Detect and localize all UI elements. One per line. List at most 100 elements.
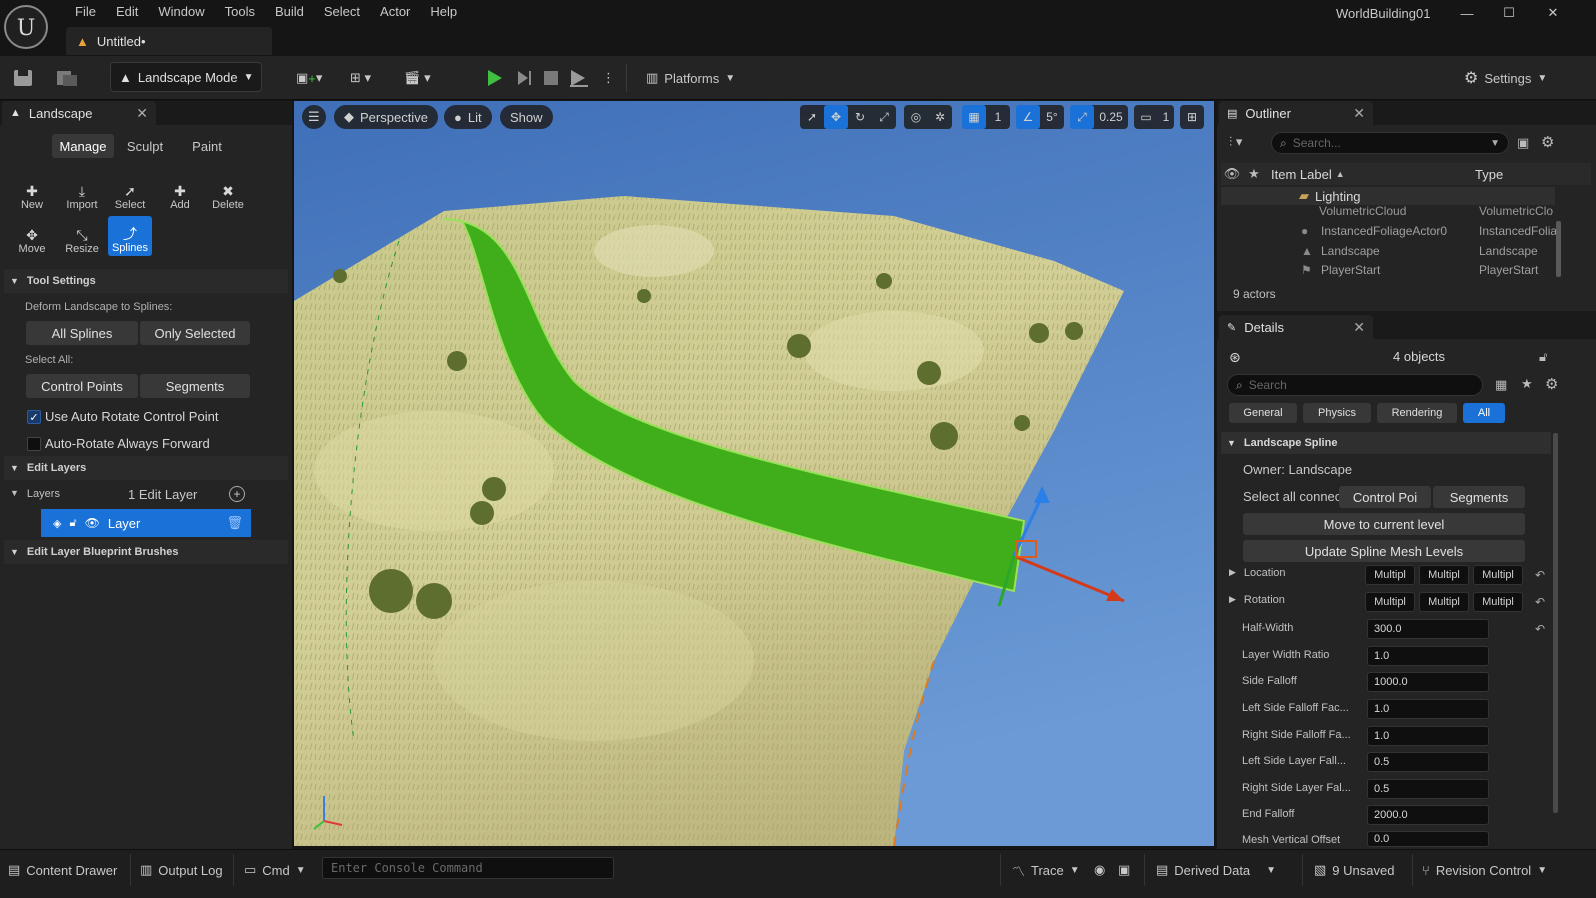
menu-edit[interactable]: Edit	[106, 4, 148, 24]
viewport-menu-button[interactable]: ☰	[302, 105, 326, 129]
rotation-x-field[interactable]: Multipl	[1365, 592, 1415, 612]
select-mode-icon[interactable]: ➚	[800, 105, 824, 129]
close-icon[interactable]: ✕	[136, 105, 148, 122]
prop-side-falloff-input[interactable]: 1000.0	[1367, 672, 1489, 692]
auto-rotate-checkbox[interactable]: ✓	[27, 410, 41, 424]
more-options-icon[interactable]: ⋮	[602, 66, 615, 90]
rotation-y-field[interactable]: Multipl	[1419, 592, 1469, 612]
prop-half-width-input[interactable]: 300.0	[1367, 619, 1489, 639]
layout-button[interactable]: ⊞	[1180, 105, 1204, 129]
tab-paint[interactable]: Paint	[178, 134, 236, 158]
auto-rotate-forward-checkbox[interactable]	[27, 437, 41, 451]
select-segments-button[interactable]: Segments	[1433, 486, 1525, 508]
record-icon[interactable]: ◉	[1094, 858, 1105, 882]
blueprint-brushes-header[interactable]: ▼ Edit Layer Blueprint Brushes	[4, 540, 288, 564]
tool-delete[interactable]: ✖ Delete	[206, 173, 250, 213]
surface-snap-icon[interactable]: ✲	[928, 105, 952, 129]
step-icon[interactable]	[514, 66, 534, 90]
unreal-logo-icon[interactable]: U	[4, 5, 48, 49]
tool-move[interactable]: ✥ Move	[10, 217, 54, 257]
filter-all[interactable]: All	[1463, 403, 1505, 423]
level-tab[interactable]: ▲ Untitled•	[66, 27, 272, 55]
outliner-tab[interactable]: ▤ Outliner ✕	[1219, 101, 1373, 125]
control-points-button[interactable]: Control Points	[26, 374, 138, 398]
scale-snap-icon[interactable]: ⤢	[1070, 105, 1094, 129]
star-icon[interactable]: ★	[1243, 166, 1265, 182]
update-spline-mesh-levels-button[interactable]: Update Spline Mesh Levels	[1243, 540, 1525, 562]
rotation-row[interactable]: ▶ Rotation	[1229, 594, 1285, 606]
filter-general[interactable]: General	[1229, 403, 1297, 423]
level-viewport[interactable]: ☰ ◆ Perspective ● Lit Show ➚ ✥ ↻ ⤢ ◎ ✲ ▦ 1…	[294, 101, 1214, 846]
perspective-button[interactable]: ◆ Perspective	[334, 105, 438, 129]
gear-icon[interactable]: ⚙	[1541, 133, 1554, 151]
blueprint-icon[interactable]: ⊞ ▾	[350, 66, 371, 90]
tool-settings-header[interactable]: ▼ Tool Settings	[4, 269, 288, 293]
menu-build[interactable]: Build	[265, 4, 314, 24]
reset-icon[interactable]: ↶	[1535, 595, 1545, 609]
col-type[interactable]: Type	[1475, 167, 1503, 182]
maximize-button[interactable]: ☐	[1494, 4, 1524, 22]
all-splines-button[interactable]: All Splines	[26, 321, 138, 345]
add-folder-icon[interactable]: ▣	[1517, 135, 1529, 151]
outliner-row[interactable]: ⚑ PlayerStart PlayerStart	[1223, 260, 1563, 280]
menu-tools[interactable]: Tools	[215, 4, 265, 24]
details-search-input[interactable]: ⌕ Search	[1227, 374, 1483, 396]
add-layer-icon[interactable]: +	[229, 486, 245, 502]
scale-icon[interactable]: ⤢	[872, 105, 896, 129]
trace-dropdown[interactable]: 〽 Trace ▼	[1012, 858, 1080, 882]
tab-manage[interactable]: Manage	[52, 134, 114, 158]
edit-layers-header[interactable]: ▼ Edit Layers	[4, 456, 288, 480]
filter-icon[interactable]: ⫶ ▾	[1229, 134, 1242, 150]
platforms-button[interactable]: ▥ Platforms ▼	[646, 66, 735, 90]
mode-dropdown[interactable]: ▲ Landscape Mode ▼	[110, 62, 262, 92]
tool-import[interactable]: ⤓ Import	[60, 173, 104, 213]
angle-snap-value[interactable]: 5°	[1040, 105, 1064, 129]
outliner-scrollbar[interactable]	[1556, 221, 1561, 277]
location-row[interactable]: ▶ Location	[1229, 567, 1286, 579]
revision-control-button[interactable]: ⑂ Revision Control ▼	[1422, 858, 1547, 882]
prop-right-side-layer-input[interactable]: 0.5	[1367, 779, 1489, 799]
layer-row-selected[interactable]: ◈ 🔓︎ 👁︎ Layer 🗑︎	[41, 509, 251, 537]
col-item-label[interactable]: Item Label	[1271, 167, 1332, 182]
filter-physics[interactable]: Physics	[1303, 403, 1371, 423]
close-window-button[interactable]: ✕	[1538, 4, 1568, 22]
move-to-current-level-button[interactable]: Move to current level	[1243, 513, 1525, 535]
snapshot-icon[interactable]: ▣	[1118, 858, 1130, 882]
derived-data-button[interactable]: ▤ Derived Data ▼	[1156, 858, 1276, 882]
camera-icon[interactable]: ▭	[1134, 105, 1158, 129]
location-y-field[interactable]: Multipl	[1419, 565, 1469, 585]
prop-end-falloff-input[interactable]: 2000.0	[1367, 805, 1489, 825]
content-drawer-button[interactable]: ▤ Content Drawer	[8, 858, 117, 882]
browse-icon[interactable]	[55, 66, 79, 90]
world-coord-icon[interactable]: ◎	[904, 105, 928, 129]
menu-window[interactable]: Window	[148, 4, 214, 24]
tool-add[interactable]: ✚ Add	[158, 173, 202, 213]
tool-select[interactable]: ➚ Select	[108, 173, 152, 213]
menu-actor[interactable]: Actor	[370, 4, 420, 24]
stop-icon[interactable]	[542, 66, 560, 90]
minimize-button[interactable]: —	[1452, 4, 1482, 22]
translate-icon[interactable]: ✥	[824, 105, 848, 129]
console-input[interactable]: Enter Console Command	[322, 857, 614, 879]
grid-snap-value[interactable]: 1	[986, 105, 1010, 129]
rotation-z-field[interactable]: Multipl	[1473, 592, 1523, 612]
lock-icon[interactable]: 🔓︎	[1539, 349, 1547, 365]
rotate-icon[interactable]: ↻	[848, 105, 872, 129]
prop-right-side-falloff-input[interactable]: 1.0	[1367, 726, 1489, 746]
star-icon[interactable]: ★	[1521, 376, 1533, 392]
outliner-search-input[interactable]: ⌕ Search... ▼	[1271, 132, 1509, 154]
eject-icon[interactable]	[568, 66, 590, 90]
outliner-row[interactable]: ▲ Landscape Landscape	[1223, 241, 1563, 261]
layers-row[interactable]: ▼ Layers	[10, 488, 60, 500]
tool-resize[interactable]: ⤡ Resize	[60, 217, 104, 257]
show-button[interactable]: Show	[500, 105, 553, 129]
landscape-spline-section[interactable]: ▼ Landscape Spline	[1221, 432, 1551, 454]
reset-icon[interactable]: ↶	[1535, 622, 1545, 636]
details-scrollbar[interactable]	[1553, 433, 1558, 813]
close-icon[interactable]: ✕	[1353, 105, 1365, 122]
prop-mesh-vertical-offset-input[interactable]: 0.0	[1367, 831, 1489, 847]
unsaved-button[interactable]: ▧ 9 Unsaved	[1314, 858, 1394, 882]
select-control-points-button[interactable]: Control Poi	[1339, 486, 1431, 508]
cmd-dropdown[interactable]: ▭ Cmd ▼	[244, 858, 306, 882]
angle-snap-icon[interactable]: ∠	[1016, 105, 1040, 129]
